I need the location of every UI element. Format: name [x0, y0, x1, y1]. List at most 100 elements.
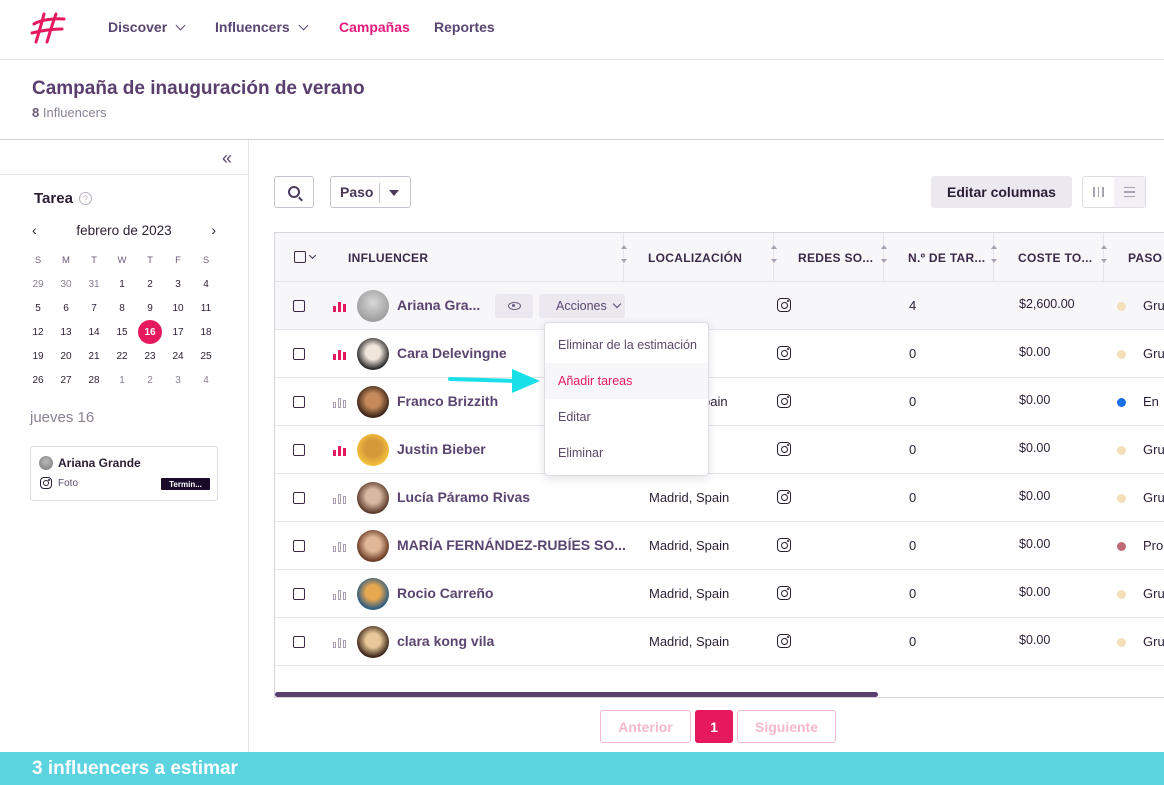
menu-item-remove-estimate[interactable]: Eliminar de la estimación [545, 327, 708, 363]
influencer-name[interactable]: Ariana Gra... [397, 297, 480, 313]
list-view-button[interactable] [1114, 177, 1145, 207]
calendar-day[interactable]: 28 [80, 368, 108, 392]
calendar-day[interactable]: 8 [108, 296, 136, 320]
next-page-button[interactable]: Siguiente [737, 710, 836, 743]
instagram-icon[interactable] [777, 394, 791, 408]
table-row[interactable]: Lucía Páramo Rivas Madrid, Spain 0 $0.00 Gru [275, 474, 1164, 522]
bar-chart-icon[interactable] [333, 444, 346, 456]
calendar-day[interactable]: 30 [52, 272, 80, 296]
instagram-icon[interactable] [777, 538, 791, 552]
column-header-coste[interactable]: COSTE TO... [994, 233, 1107, 282]
nav-discover[interactable]: Discover [108, 19, 186, 35]
calendar-day[interactable]: 18 [192, 320, 220, 344]
calendar-day[interactable]: 19 [24, 344, 52, 368]
table-row[interactable]: clara kong vila Madrid, Spain 0 $0.00 Gru [275, 618, 1164, 666]
instagram-icon[interactable] [777, 586, 791, 600]
bar-chart-icon[interactable] [333, 396, 346, 408]
calendar-day[interactable]: 14 [80, 320, 108, 344]
calendar-day[interactable]: 26 [24, 368, 52, 392]
row-checkbox[interactable] [293, 588, 305, 600]
influencer-name[interactable]: MARÍA FERNÁNDEZ-RUBÍES SO... [397, 537, 626, 553]
task-card[interactable]: Ariana Grande Foto Termin... [30, 446, 218, 501]
horizontal-scrollbar[interactable] [275, 692, 878, 697]
columns-view-button[interactable] [1083, 177, 1114, 207]
bar-chart-icon[interactable] [333, 348, 346, 360]
avatar[interactable] [357, 338, 389, 370]
calendar-day[interactable]: 17 [164, 320, 192, 344]
instagram-icon[interactable] [777, 298, 791, 312]
calendar-day[interactable]: 7 [80, 296, 108, 320]
actions-button[interactable]: Acciones [539, 294, 625, 318]
column-header-influencer[interactable]: INFLUENCER [324, 233, 627, 282]
bar-chart-icon[interactable] [333, 492, 346, 504]
influencer-name[interactable]: Rocio Carreño [397, 585, 493, 601]
row-checkbox[interactable] [293, 396, 305, 408]
table-row[interactable]: Rocio Carreño Madrid, Spain 0 $0.00 Gru [275, 570, 1164, 618]
calendar-day[interactable]: 12 [24, 320, 52, 344]
calendar-day[interactable]: 6 [52, 296, 80, 320]
previous-month-icon[interactable]: ‹ [32, 222, 37, 238]
menu-item-delete[interactable]: Eliminar [545, 435, 708, 471]
calendar-day[interactable]: 5 [24, 296, 52, 320]
instagram-icon[interactable] [777, 634, 791, 648]
avatar[interactable] [357, 482, 389, 514]
calendar-day[interactable]: 25 [192, 344, 220, 368]
calendar-day[interactable]: 13 [52, 320, 80, 344]
calendar-day[interactable]: 22 [108, 344, 136, 368]
column-header-paso[interactable]: PASO [1104, 233, 1164, 282]
calendar-day[interactable]: 16 [136, 320, 164, 344]
avatar[interactable] [357, 434, 389, 466]
calendar-day[interactable]: 23 [136, 344, 164, 368]
calendar-day[interactable]: 31 [80, 272, 108, 296]
row-checkbox[interactable] [293, 540, 305, 552]
calendar-day[interactable]: 10 [164, 296, 192, 320]
menu-item-add-tasks[interactable]: Añadir tareas [545, 363, 708, 399]
row-checkbox[interactable] [293, 492, 305, 504]
table-row[interactable]: Ariana Gra... 4 $2,600.00 Gru Acciones [275, 282, 1164, 330]
calendar-day[interactable]: 27 [52, 368, 80, 392]
nav-reportes[interactable]: Reportes [434, 19, 495, 35]
calendar-day[interactable]: 2 [136, 368, 164, 392]
calendar-day[interactable]: 29 [24, 272, 52, 296]
edit-columns-button[interactable]: Editar columnas [931, 176, 1072, 208]
paso-filter-select[interactable]: Paso [330, 176, 411, 208]
calendar-day[interactable]: 1 [108, 368, 136, 392]
influencer-name[interactable]: Lucía Páramo Rivas [397, 489, 530, 505]
table-row[interactable]: Justin Bieber 0 $0.00 Gru [275, 426, 1164, 474]
calendar-day[interactable]: 15 [108, 320, 136, 344]
nav-campanas[interactable]: Campañas [339, 19, 410, 35]
help-icon[interactable]: ? [78, 192, 92, 205]
influencer-name[interactable]: Justin Bieber [397, 441, 486, 457]
instagram-icon[interactable] [777, 346, 791, 360]
nav-influencers[interactable]: Influencers [215, 19, 309, 35]
avatar[interactable] [357, 386, 389, 418]
brand-logo-icon[interactable] [30, 12, 66, 44]
influencer-name[interactable]: clara kong vila [397, 633, 494, 649]
avatar[interactable] [357, 290, 389, 322]
row-checkbox[interactable] [293, 300, 305, 312]
column-header-redes[interactable]: REDES SO... [774, 233, 887, 282]
table-row[interactable]: Cara Delevingne 0 $0.00 Gru [275, 330, 1164, 378]
influencer-name[interactable]: Cara Delevingne [397, 345, 507, 361]
column-header-tareas[interactable]: N.º DE TAR... [884, 233, 997, 282]
select-all-checkbox[interactable] [294, 251, 317, 263]
avatar[interactable] [357, 578, 389, 610]
collapse-sidebar-icon[interactable]: « [222, 148, 232, 169]
next-month-icon[interactable]: › [211, 222, 216, 238]
calendar-day[interactable]: 1 [108, 272, 136, 296]
calendar-day[interactable]: 21 [80, 344, 108, 368]
calendar-day[interactable]: 4 [192, 272, 220, 296]
calendar-day[interactable]: 24 [164, 344, 192, 368]
bar-chart-icon[interactable] [333, 636, 346, 648]
calendar-day[interactable]: 3 [164, 272, 192, 296]
calendar-day[interactable]: 20 [52, 344, 80, 368]
calendar-day[interactable]: 11 [192, 296, 220, 320]
bar-chart-icon[interactable] [333, 588, 346, 600]
calendar-day[interactable]: 4 [192, 368, 220, 392]
row-checkbox[interactable] [293, 636, 305, 648]
view-button[interactable] [495, 294, 533, 318]
previous-page-button[interactable]: Anterior [600, 710, 691, 743]
bar-chart-icon[interactable] [333, 300, 346, 312]
column-header-localizacion[interactable]: LOCALIZACIÓN [624, 233, 777, 282]
row-checkbox[interactable] [293, 444, 305, 456]
